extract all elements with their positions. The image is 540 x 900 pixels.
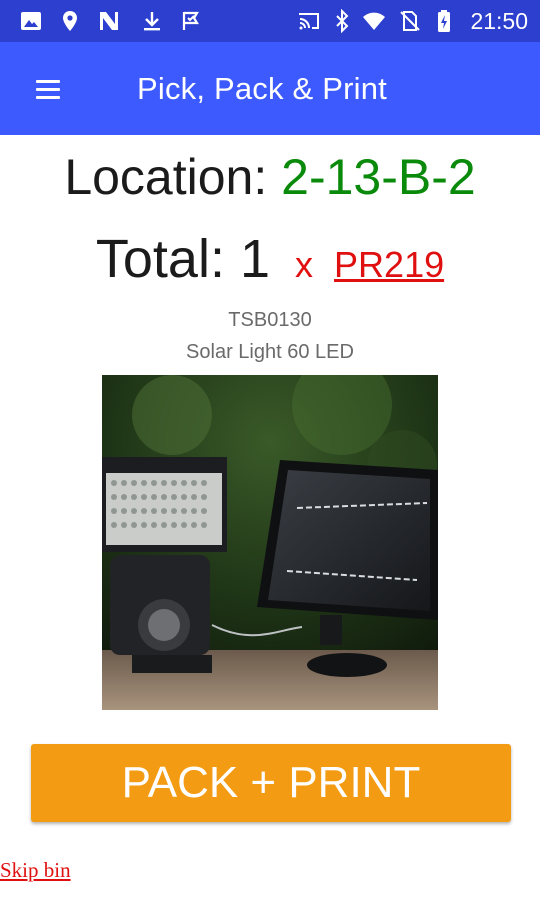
no-sim-icon <box>400 11 420 31</box>
total-line: Total: 1 x PR219 <box>0 228 540 290</box>
product-image <box>102 375 438 710</box>
download-icon <box>144 12 160 31</box>
check-flag-icon <box>182 11 199 30</box>
wifi-icon <box>363 12 385 30</box>
app-bar: Pick, Pack & Print <box>0 42 540 135</box>
location-line: Location: 2-13-B-2 <box>0 148 540 206</box>
bluetooth-icon <box>336 9 349 33</box>
pack-print-button[interactable]: PACK + PRINT <box>31 744 511 822</box>
hamburger-menu-icon[interactable] <box>26 70 70 110</box>
image-icon <box>21 12 41 30</box>
location-pin-icon <box>63 11 77 31</box>
multiplier-symbol: x <box>295 244 314 285</box>
n-badge-icon <box>100 12 118 30</box>
app-title: Pick, Pack & Print <box>137 71 387 106</box>
product-code: TSB0130 <box>228 309 312 331</box>
product-name: Solar Light 60 LED <box>186 341 354 363</box>
cast-icon <box>299 13 319 30</box>
location-value: 2-13-B-2 <box>281 149 476 205</box>
skip-bin-link[interactable]: Skip bin <box>0 858 71 883</box>
order-ref-link[interactable]: PR219 <box>334 244 444 285</box>
location-label: Location: <box>64 149 268 205</box>
total-label: Total: <box>95 229 225 289</box>
total-value: 1 <box>239 229 271 289</box>
clock: 21:50 <box>470 8 528 34</box>
battery-icon <box>438 10 450 32</box>
status-bar: 21:50 <box>0 0 540 42</box>
